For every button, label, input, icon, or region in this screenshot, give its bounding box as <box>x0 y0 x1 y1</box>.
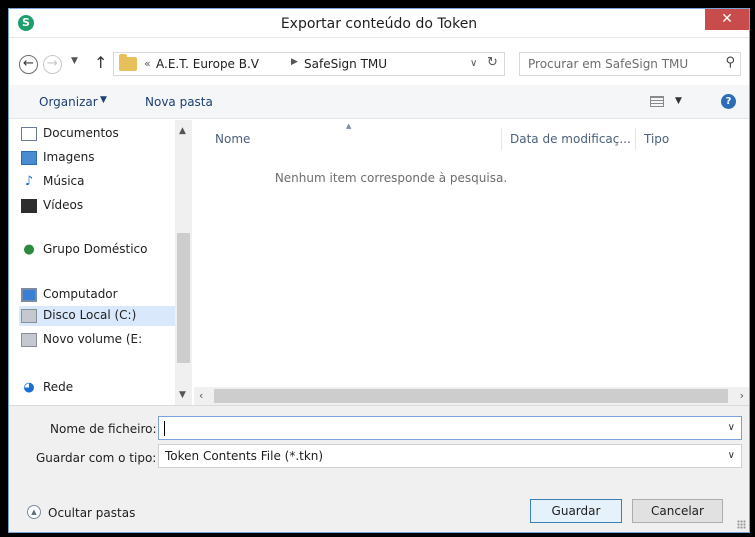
forward-arrow-icon[interactable]: → <box>43 55 62 74</box>
videos-icon <box>21 199 37 213</box>
filename-field[interactable]: ∨ <box>158 416 742 440</box>
address-dropdown-icon[interactable]: ∨ <box>470 58 477 69</box>
computer-icon <box>21 288 37 302</box>
sidebar-item-label: Grupo Doméstico <box>43 242 148 256</box>
recent-locations-chevron-icon[interactable]: ▼ <box>71 56 78 66</box>
command-bar: Organizar ▼ Nova pasta ▼ ? <box>9 85 749 119</box>
address-bar[interactable]: « A.E.T. Europe B.V ▶ SafeSign TMU ∨ ↻ <box>113 52 505 76</box>
navigation-scrollbar[interactable]: ▲ ▼ <box>175 120 192 405</box>
scroll-up-icon[interactable]: ▲ <box>179 126 186 136</box>
drive-icon <box>21 333 37 347</box>
collapse-up-icon[interactable]: ▲ <box>27 505 41 519</box>
sidebar-item-label: Música <box>43 174 85 188</box>
save-button[interactable]: Guardar <box>530 499 622 523</box>
scrollbar-thumb[interactable] <box>214 389 728 403</box>
save-dialog: S Exportar conteúdo do Token ✕ ← → ▼ ↑ «… <box>8 8 750 533</box>
refresh-icon[interactable]: ↻ <box>487 55 498 70</box>
title-bar[interactable]: S Exportar conteúdo do Token ✕ <box>9 9 749 38</box>
search-placeholder: Procurar em SafeSign TMU <box>528 57 689 71</box>
column-header-type[interactable]: Tipo <box>644 132 669 146</box>
column-headers: Nome ▲ Data de modificaç... Tipo <box>194 120 749 152</box>
organize-button[interactable]: Organizar <box>39 95 98 109</box>
column-divider[interactable] <box>501 128 502 150</box>
breadcrumb-separator-icon[interactable]: ▶ <box>291 57 298 67</box>
sidebar-item-disco-local[interactable]: Disco Local (C:) <box>19 306 175 326</box>
scrollbar-thumb[interactable] <box>177 233 190 363</box>
column-divider[interactable] <box>635 128 636 150</box>
sidebar-item-label: Rede <box>43 380 74 394</box>
sidebar-item-label: Imagens <box>43 150 95 164</box>
filename-label: Nome de ficheiro: <box>50 422 157 436</box>
new-folder-button[interactable]: Nova pasta <box>145 95 213 109</box>
filetype-label: Guardar com o tipo: <box>36 451 157 465</box>
address-row: ← → ▼ ↑ « A.E.T. Europe B.V ▶ SafeSign T… <box>9 49 749 79</box>
window-title: Exportar conteúdo do Token <box>280 16 478 32</box>
back-arrow-icon[interactable]: ← <box>19 55 38 74</box>
view-options-icon[interactable] <box>650 96 664 107</box>
hide-folders-button[interactable]: Ocultar pastas <box>48 506 135 520</box>
sort-ascending-icon: ▲ <box>346 122 352 130</box>
sidebar-item-label: Novo volume (E: <box>43 332 143 346</box>
network-icon: ◕ <box>23 380 35 395</box>
music-icon: ♪ <box>24 174 34 189</box>
chevron-down-icon[interactable]: ∨ <box>728 450 735 461</box>
breadcrumb-item[interactable]: SafeSign TMU <box>304 57 387 71</box>
scroll-left-icon[interactable]: ‹ <box>199 389 203 402</box>
documents-icon <box>21 127 37 141</box>
column-header-date[interactable]: Data de modificaç... <box>510 132 631 146</box>
file-list-scrollbar[interactable]: ‹ › <box>194 387 749 405</box>
folder-icon <box>119 54 137 71</box>
pictures-icon <box>21 151 37 165</box>
breadcrumb-overflow[interactable]: « <box>144 57 151 70</box>
chevron-down-icon[interactable]: ∨ <box>728 422 735 433</box>
up-arrow-icon[interactable]: ↑ <box>94 53 107 72</box>
homegroup-icon: ● <box>23 242 35 257</box>
cancel-button[interactable]: Cancelar <box>632 499 723 523</box>
resize-grip[interactable] <box>737 520 746 529</box>
scroll-down-icon[interactable]: ▼ <box>179 390 186 400</box>
sidebar-item-label: Disco Local (C:) <box>43 308 137 322</box>
filetype-select[interactable]: Token Contents File (*.tkn) ∨ <box>158 444 742 468</box>
view-chevron-icon[interactable]: ▼ <box>675 96 682 106</box>
search-icon[interactable]: ⚲ <box>725 55 735 70</box>
column-header-name[interactable]: Nome <box>215 132 250 146</box>
filetype-value: Token Contents File (*.tkn) <box>165 449 324 463</box>
sidebar-item-label: Documentos <box>43 126 119 140</box>
navigation-pane: Documentos Imagens ♪ Música Vídeos ● Gru… <box>9 120 192 405</box>
save-options-panel: Nome de ficheiro: ∨ Guardar com o tipo: … <box>9 405 749 532</box>
help-icon[interactable]: ? <box>721 94 736 109</box>
close-button[interactable]: ✕ <box>705 9 749 30</box>
text-caret <box>164 421 165 436</box>
organize-chevron-icon[interactable]: ▼ <box>100 95 107 105</box>
local-disk-icon <box>21 309 37 323</box>
sidebar-item-label: Computador <box>43 287 118 301</box>
search-input[interactable]: Procurar em SafeSign TMU ⚲ <box>519 52 741 76</box>
breadcrumb-item[interactable]: A.E.T. Europe B.V <box>156 57 259 71</box>
scroll-right-icon[interactable]: › <box>740 389 744 402</box>
empty-results-message: Nenhum item corresponde à pesquisa. <box>274 171 508 185</box>
sidebar-item-label: Vídeos <box>43 198 84 212</box>
